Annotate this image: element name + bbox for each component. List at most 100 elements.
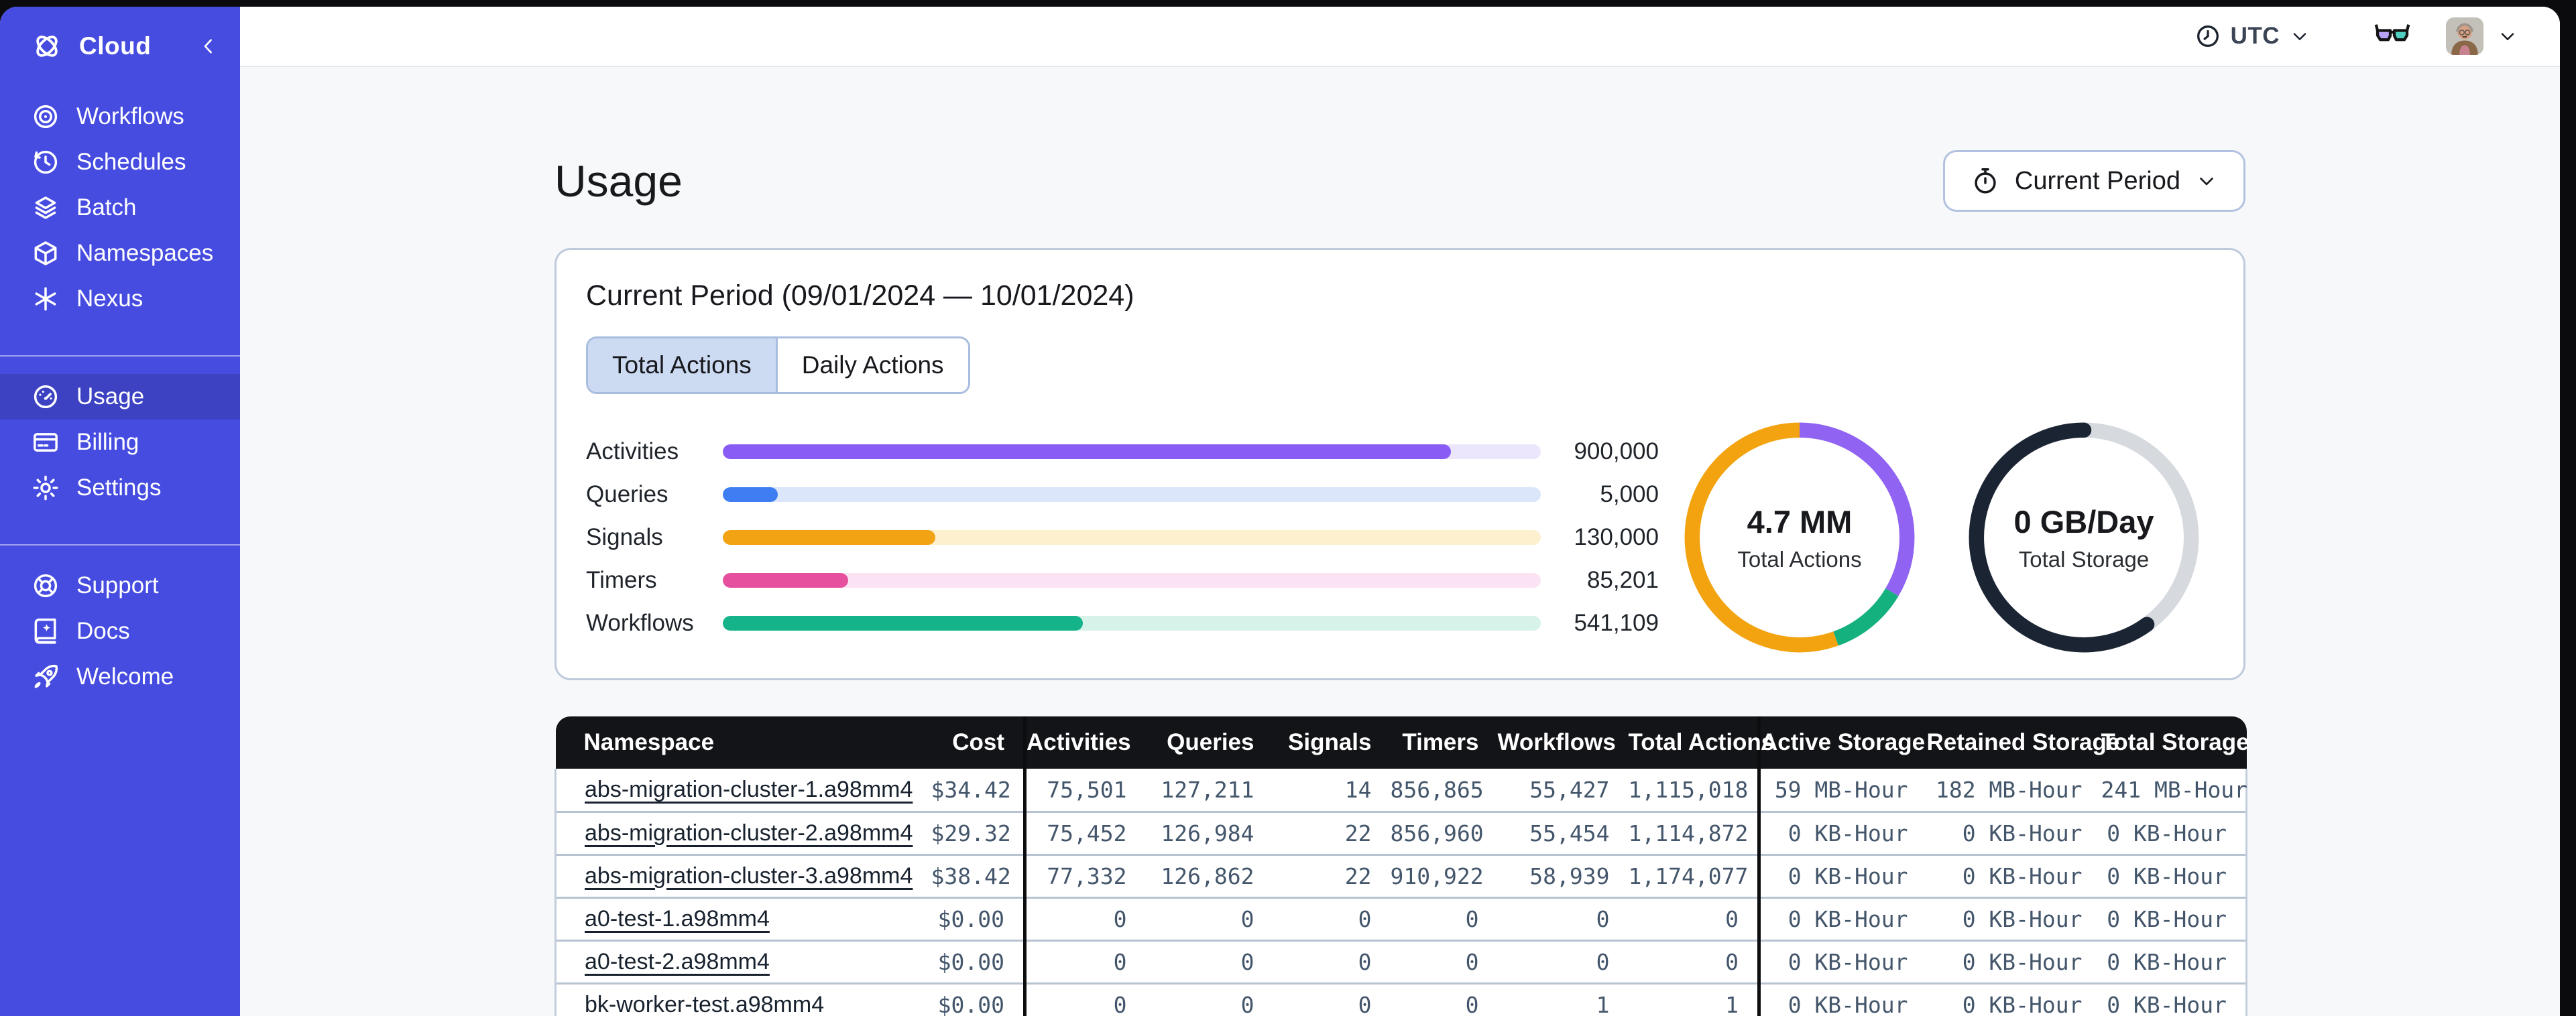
timezone-selector[interactable]: UTC (2194, 23, 2310, 50)
activities-bar-track (723, 444, 1541, 459)
card-title: Current Period (09/01/2024 — 10/01/2024) (586, 279, 1134, 312)
sidebar-item-label: Settings (76, 474, 162, 501)
sidebar-item-usage[interactable]: Usage (0, 374, 240, 420)
bar-value-label: 130,000 (1574, 524, 1659, 550)
sidebar-item-nexus[interactable]: Nexus (0, 276, 240, 322)
sidebar-item-label: Welcome (76, 663, 174, 690)
namespace-cell: a0-test-1.a98mm4 (554, 896, 931, 940)
glasses-icon (2372, 16, 2412, 56)
namespace-cell: abs-migration-cluster-3.a98mm4 (554, 853, 931, 897)
sidebar: Cloud Workflows Schedules Batch Namespaces N… (0, 7, 240, 1016)
namespace-cell: abs-migration-cluster-2.a98mm4 (554, 810, 931, 854)
cell-activities: 75,501 (1023, 769, 1146, 812)
cell-workflows: 55,427 (1497, 769, 1629, 812)
sidebar-item-settings[interactable]: Settings (0, 465, 240, 511)
signals-bar-track (723, 530, 1541, 545)
bar-category-label: Activities (586, 438, 679, 464)
donut-charts: 4.7 MM Total Actions 0 GB/Day Total Storag… (1679, 417, 2214, 658)
sidebar-item-label: Billing (76, 429, 139, 455)
sidebar-item-label: Support (76, 572, 159, 598)
sidebar-collapse-button[interactable] (197, 35, 220, 58)
cell-workflows: 55,454 (1497, 810, 1629, 854)
bar-category-label: Timers (586, 567, 657, 593)
namespace-usage-table: Namespace Cost Activities Queries Signals Tim… (554, 716, 2249, 1016)
namespace-link[interactable]: abs-migration-cluster-3.a98mm4 (585, 863, 913, 889)
cell-queries: 0 (1145, 982, 1273, 1016)
cell-total-storage: 0 KB-Hour (2101, 982, 2247, 1016)
timers-bar-row: Timers 85,201 (586, 559, 1659, 602)
sidebar-item-label: Workflows (76, 103, 184, 129)
donut-label: Total Storage (2018, 546, 2150, 572)
feedback-glasses-button[interactable] (2372, 16, 2412, 56)
table-row: abs-migration-cluster-3.a98mm4 $38.42 77,3… (554, 853, 2247, 897)
chevron-down-icon (2195, 170, 2218, 192)
cell-activities: 0 (1023, 939, 1146, 983)
sidebar-item-namespaces[interactable]: Namespaces (0, 231, 240, 276)
sidebar-item-workflows[interactable]: Workflows (0, 94, 240, 139)
cell-total-actions: 0 (1628, 939, 1759, 983)
usage-icon (31, 382, 60, 411)
sidebar-divider (0, 355, 240, 357)
namespaces-icon (31, 239, 60, 268)
sidebar-item-welcome[interactable]: Welcome (0, 654, 240, 700)
actions-view-tabs: Total Actions Daily Actions (586, 336, 970, 394)
nexus-icon (31, 284, 60, 314)
tab-daily-actions[interactable]: Daily Actions (775, 338, 968, 392)
column-header-cost: Cost (931, 716, 1025, 769)
namespace-link[interactable]: a0-test-1.a98mm4 (585, 906, 770, 932)
sidebar-divider (0, 544, 240, 546)
tab-total-actions[interactable]: Total Actions (588, 338, 776, 392)
bar-value-label: 85,201 (1586, 567, 1659, 593)
docs-icon (31, 617, 60, 646)
column-header-workflows: Workflows (1497, 716, 1629, 769)
sidebar-item-support[interactable]: Support (0, 563, 240, 609)
workflows-icon (31, 102, 60, 131)
cell-cost: $0.00 (931, 982, 1025, 1016)
total-actions-donut: 4.7 MM Total Actions (1679, 417, 1920, 658)
cell-cost: $0.00 (931, 939, 1025, 983)
namespace-link[interactable]: bk-worker-test.a98mm4 (585, 992, 824, 1016)
avatar (2446, 17, 2483, 55)
cell-active-storage: 0 KB-Hour (1757, 896, 1927, 940)
namespace-link[interactable]: abs-migration-cluster-2.a98mm4 (585, 820, 913, 846)
sidebar-item-billing[interactable]: Billing (0, 420, 240, 465)
cell-timers: 0 (1390, 939, 1498, 983)
main-content: Usage Current Period Current Period (09/… (240, 68, 2560, 1016)
sidebar-item-label: Batch (76, 194, 137, 220)
column-header-namespace: Namespace (555, 716, 931, 769)
column-header-total-storage: Total Storage (2101, 716, 2249, 769)
cell-retained-storage: 0 KB-Hour (1926, 810, 2101, 854)
actions-bar-chart: Activities 900,000 Queries 5,000 Signals 130,… (586, 430, 1659, 645)
table-row: a0-test-2.a98mm4 $0.00 0 0 0 0 0 0 0 KB-Hour 0 KB… (554, 939, 2247, 983)
namespace-cell: abs-migration-cluster-1.a98mm4 (554, 769, 931, 812)
timezone-label: UTC (2230, 23, 2280, 49)
stopwatch-icon (1971, 166, 2000, 196)
bar-value-label: 5,000 (1600, 481, 1659, 507)
bar-value-label: 541,109 (1574, 610, 1659, 636)
current-period-card: Current Period (09/01/2024 — 10/01/2024)… (554, 248, 2245, 680)
cell-timers: 0 (1390, 896, 1498, 940)
namespace-link[interactable]: abs-migration-cluster-1.a98mm4 (585, 777, 913, 802)
cell-total-storage: 0 KB-Hour (2101, 939, 2247, 983)
schedules-icon (31, 147, 60, 177)
cell-signals: 14 (1273, 769, 1391, 812)
cell-retained-storage: 0 KB-Hour (1926, 896, 2101, 940)
cell-timers: 0 (1390, 982, 1498, 1016)
account-menu-button[interactable] (2446, 17, 2518, 55)
cell-activities: 77,332 (1023, 853, 1146, 897)
donut-value: 4.7 MM (1747, 503, 1853, 539)
cell-cost: $0.00 (931, 896, 1025, 940)
sidebar-item-schedules[interactable]: Schedules (0, 139, 240, 185)
namespace-link[interactable]: a0-test-2.a98mm4 (585, 949, 770, 974)
page-title: Usage (554, 156, 683, 206)
cell-active-storage: 0 KB-Hour (1757, 982, 1927, 1016)
donut-value: 0 GB/Day (2013, 503, 2154, 539)
period-selector-button[interactable]: Current Period (1942, 150, 2245, 212)
table-row: bk-worker-test.a98mm4 $0.00 0 0 0 0 1 1 0 KB-Hou… (554, 982, 2247, 1016)
sidebar-item-docs[interactable]: Docs (0, 609, 240, 654)
sidebar-item-batch[interactable]: Batch (0, 185, 240, 231)
table-row: a0-test-1.a98mm4 $0.00 0 0 0 0 0 0 0 KB-Hour 0 KB… (554, 896, 2247, 940)
cell-total-storage: 0 KB-Hour (2101, 853, 2247, 897)
sidebar-group-footer: Support Docs Welcome (0, 563, 240, 700)
cell-timers: 856,960 (1390, 810, 1498, 854)
